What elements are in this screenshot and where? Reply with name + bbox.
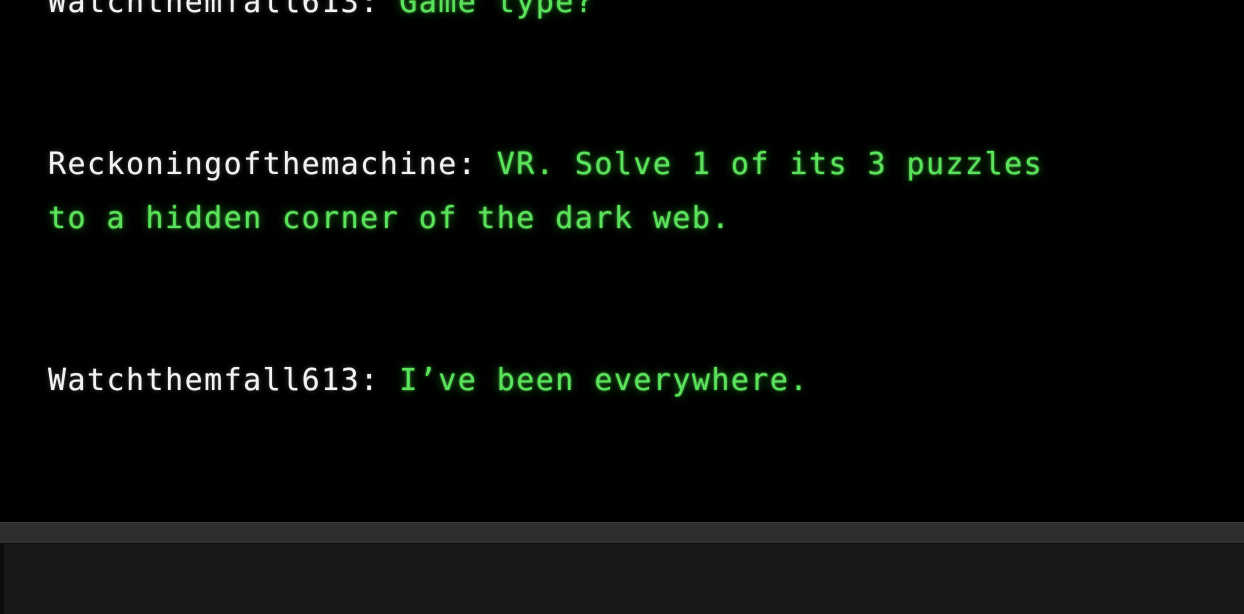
- message-body-text-wrapped: to a hidden corner of the dark web.: [48, 201, 731, 236]
- chat-message-line: Watchthemfall613: I’ve been everywhere.: [48, 354, 1244, 408]
- message-body-text: Game type?: [379, 0, 595, 20]
- chat-message-line: Watchthemfall613: Game type?: [48, 0, 1244, 30]
- chat-transcript-area[interactable]: Watchthemfall613: Game type? Reckoningof…: [0, 0, 1244, 522]
- game-chat-screen: Watchthemfall613: Game type? Reckoningof…: [0, 0, 1244, 614]
- chat-input-panel[interactable]: [0, 543, 1244, 614]
- message-speaker-name: Watchthemfall613:: [48, 0, 380, 20]
- chat-message: Watchthemfall613: Game type?: [48, 0, 1244, 30]
- message-speaker-name: Reckoningofthemachine:: [48, 147, 478, 182]
- chat-message-line: to a hidden corner of the dark web.: [48, 192, 1244, 246]
- chat-divider-bar: [0, 522, 1244, 543]
- input-panel-left-edge: [0, 544, 4, 614]
- message-body-text: VR. Solve 1 of its 3 puzzles: [477, 147, 1044, 182]
- chat-message: Watchthemfall613: I’ve been everywhere.: [48, 354, 1244, 408]
- chat-message-input[interactable]: [14, 554, 1230, 604]
- message-speaker-name: Watchthemfall613:: [48, 363, 380, 398]
- chat-transcript: Watchthemfall613: Game type? Reckoningof…: [48, 0, 1244, 408]
- chat-message-line: Reckoningofthemachine: VR. Solve 1 of it…: [48, 138, 1244, 192]
- chat-message: Reckoningofthemachine: VR. Solve 1 of it…: [48, 138, 1244, 246]
- message-body-text: I’ve been everywhere.: [379, 363, 809, 398]
